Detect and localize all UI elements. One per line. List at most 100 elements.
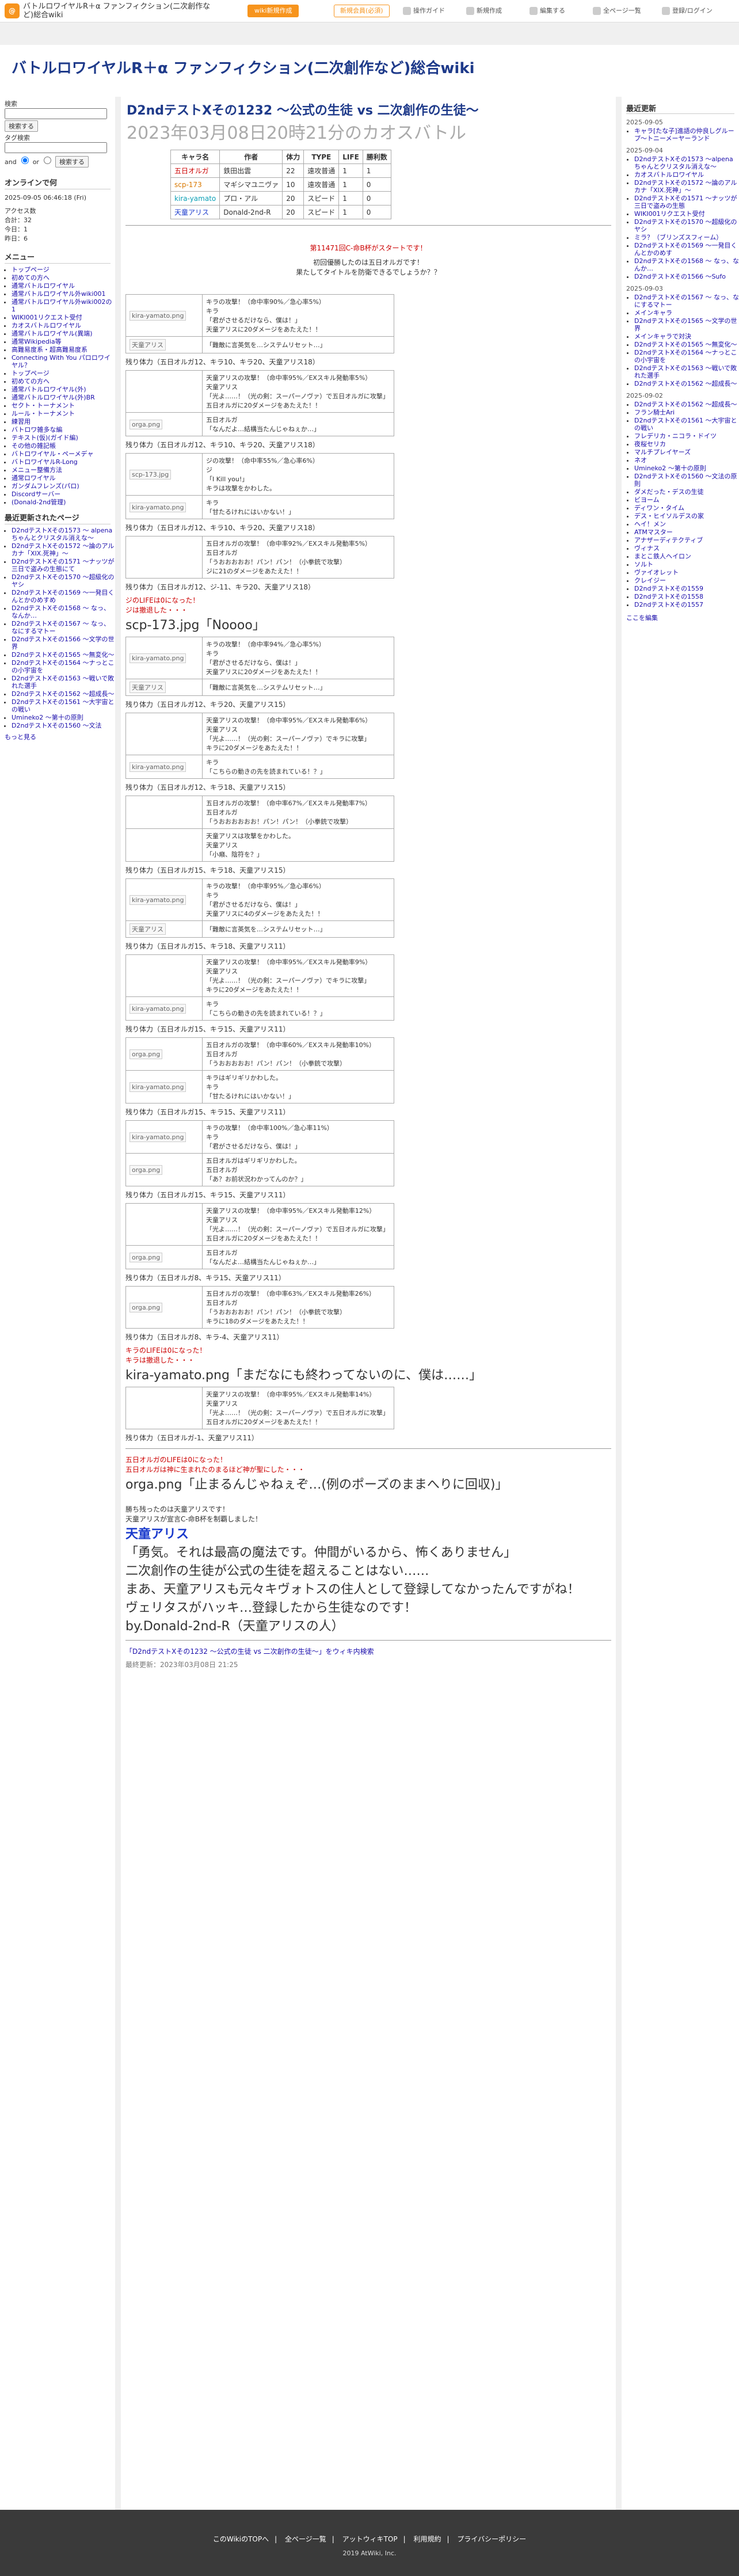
wiki-create-button[interactable]: wiki新規作成 [247,5,299,17]
menu-item[interactable]: ガンダムフレンズ(パロ) [12,482,79,490]
menu-item[interactable]: 高難易度系・超高難易度系 [12,346,87,353]
recent-item[interactable]: D2ndテストXその1567 〜 なっ、なにするマトー [12,620,110,635]
menu-item[interactable]: メニュー整備方法 [12,466,62,474]
menu-item[interactable]: 通常ロワイヤル [12,474,56,482]
search-input[interactable] [5,108,107,119]
footer-link[interactable]: アットウィキTOP [342,2535,398,2543]
recent-item[interactable]: D2ndテストXその1565 〜無変化〜 [12,651,114,659]
menu-item[interactable]: 通常バトルロワイヤル [12,282,75,290]
character-name[interactable]: 天童アリス [170,205,220,219]
update-item[interactable]: D2ndテストXその1558 [634,593,703,600]
update-item[interactable]: D2ndテストXその1569 〜一発目くんとかのめす [634,242,737,257]
recent-item[interactable]: D2ndテストXその1568 〜 なっ、なんか… [12,604,110,619]
tag-search-input[interactable] [5,142,107,153]
menu-item[interactable]: 通常バトルロワイヤル(異端) [12,330,93,337]
menu-item[interactable]: セクト・トーナメント [12,402,75,409]
update-item[interactable]: D2ndテストXその1562 〜超成長〜 [634,401,737,408]
update-item[interactable]: ネオ [634,456,647,464]
update-item[interactable]: メインキャラで対決 [634,333,691,340]
update-item[interactable]: D2ndテストXその1559 [634,585,703,592]
and-radio[interactable] [21,157,29,164]
update-item[interactable]: D2ndテストXその1570 〜超級化のヤシ [634,218,737,233]
search-in-wiki-link[interactable]: 「D2ndテストXその1232 〜公式の生徒 vs 二次創作の生徒〜」をウィキ内… [125,1647,374,1656]
recent-item[interactable]: D2ndテストXその1563 〜戦いで敗れた選手 [12,675,114,690]
or-radio[interactable] [44,157,52,164]
update-item[interactable]: D2ndテストXその1565 〜無変化〜 [634,341,737,348]
update-item[interactable]: アナザーディテクティブ [634,536,703,544]
nav-new[interactable]: 新規作成 [466,6,502,15]
wiki-logo-icon[interactable]: @ [5,3,20,18]
menu-item[interactable]: 通常バトルロワイヤル外wiki002の1 [12,298,112,313]
wiki-title[interactable]: バトルロワイヤルR＋α ファンフィクション(二次創作など)総合wiki [12,56,475,78]
update-item[interactable]: クレイジー [634,577,666,584]
recent-item[interactable]: D2ndテストXその1569 〜一発目くんとかのめすめ [12,589,114,604]
update-item[interactable]: ディワン・タイム [634,504,684,512]
menu-item[interactable]: 通常バトルロワイヤル(外) [12,386,86,393]
recent-item[interactable]: D2ndテストXその1572 〜論のアルカナ「XIX.死神」〜 [12,542,114,557]
update-item[interactable]: D2ndテストXその1565 〜文学の世界 [634,317,737,332]
menu-item[interactable]: 初めての方へ [12,378,49,385]
update-item[interactable]: フラン騎士Ari [634,409,675,416]
update-item[interactable]: D2ndテストXその1564 〜ナっとこの小宇宙を [634,349,737,364]
footer-link[interactable]: 利用規約 [413,2535,441,2543]
character-name[interactable]: kira-yamato [170,191,220,206]
update-item[interactable]: ダメだった・デスの生徒 [634,488,704,496]
recent-item[interactable]: D2ndテストXその1562 〜超成長〜 [12,690,114,698]
edit-here-link[interactable]: ここを編集 [626,614,658,622]
update-item[interactable]: デス・ヒイソルデスの家 [634,512,704,520]
menu-item[interactable]: テキスト(仮)(ガイド編) [12,434,78,442]
menu-item[interactable]: 初めての方へ [12,274,49,281]
recent-item[interactable]: D2ndテストXその1566 〜文学の世界 [12,636,114,650]
update-item[interactable]: ヘイ！メン [634,520,666,528]
nav-login[interactable]: 登録/ログイン [662,6,713,15]
update-item[interactable]: ミラ？（ブリンズスフィーム） [634,234,722,241]
update-item[interactable]: D2ndテストXその1560 〜文法の原則 [634,473,737,488]
menu-item[interactable]: バトロワイヤル・ペーメデャ [12,450,94,458]
recent-item[interactable]: D2ndテストXその1570 〜超級化のヤシ [12,573,114,588]
menu-item[interactable]: 練習用 [12,418,31,425]
footer-link[interactable]: プライバシーポリシー [457,2535,526,2543]
menu-item[interactable]: その他の雑記帳 [12,442,56,450]
register-button[interactable]: 新規会員(必須) [334,5,390,17]
update-item[interactable]: D2ndテストXその1557 [634,601,703,608]
menu-item[interactable]: バトロワイヤルR-Long [12,458,78,466]
character-name[interactable]: 五日オルガ [170,163,220,178]
update-item[interactable]: マルチプレイヤーズ [634,448,691,456]
update-item[interactable]: ヴィナス [634,545,660,552]
update-item[interactable]: まとこ鉄人ヘイロン [634,553,691,560]
recent-item[interactable]: D2ndテストXその1561 〜大宇宙との戦い [12,698,114,713]
update-item[interactable]: ATMマスター [634,528,673,536]
menu-item[interactable]: ルール・トーナメント [12,410,75,417]
recent-item[interactable]: D2ndテストXその1564 〜ナっとこの小宇宙を [12,659,114,674]
menu-item[interactable]: (Donald-2nd管理) [12,499,66,506]
update-item[interactable]: D2ndテストXその1572 〜論のアルカナ「XIX.死神」〜 [634,179,737,194]
menu-item[interactable]: Discordサーバー [12,490,60,498]
menu-item[interactable]: トップページ [12,370,49,377]
update-item[interactable]: WIKI001リクエスト受付 [634,210,705,218]
nav-all-pages[interactable]: 全ページ一覧 [593,6,641,15]
more-link[interactable]: もっと見る [5,733,36,741]
recent-item[interactable]: D2ndテストXその1560 〜文法 [12,722,101,729]
footer-link[interactable]: このWikiのTOPへ [213,2535,269,2543]
update-item[interactable]: Umineko2 〜第十の原則 [634,465,706,472]
footer-link[interactable]: 全ページ一覧 [285,2535,326,2543]
character-name[interactable]: scp-173 [170,177,220,192]
recent-item[interactable]: D2ndテストXその1571 〜ナッツが三日で盗みの生態にて [12,558,114,573]
recent-item[interactable]: Umineko2 〜第十の原則 [12,714,83,721]
update-item[interactable]: D2ndテストXその1563 〜戦いで敗れた選手 [634,364,737,379]
nav-edit[interactable]: 編集する [530,6,565,15]
menu-item[interactable]: トップページ [12,266,49,273]
update-item[interactable]: D2ndテストXその1568 〜 なっ、なんか… [634,257,739,272]
site-name[interactable]: バトルロワイヤルR＋α ファンフィクション(二次創作など)総合wiki [23,2,219,20]
update-item[interactable]: D2ndテストXその1561 〜大宇宙との戦い [634,417,737,432]
menu-item[interactable]: 通常Wikipedia等 [12,338,62,345]
update-item[interactable]: D2ndテストXその1573 〜alpenaちゃんとクリスタル消えな〜 [634,155,733,170]
update-item[interactable]: 夜桜セリカ [634,440,666,448]
search-button[interactable]: 検索する [5,120,38,132]
update-item[interactable]: ビヨーム [634,496,660,504]
update-item[interactable]: D2ndテストXその1571 〜ナッツが三日で盗みの生態 [634,195,737,210]
recent-item[interactable]: D2ndテストXその1573 〜 alpenaちゃんとクリスタル消えな〜 [12,527,112,542]
menu-item[interactable]: バトロワ雑多な編 [12,426,62,433]
update-item[interactable]: ソルト [634,561,653,568]
menu-item[interactable]: カオスバトルロワイヤル [12,322,81,329]
